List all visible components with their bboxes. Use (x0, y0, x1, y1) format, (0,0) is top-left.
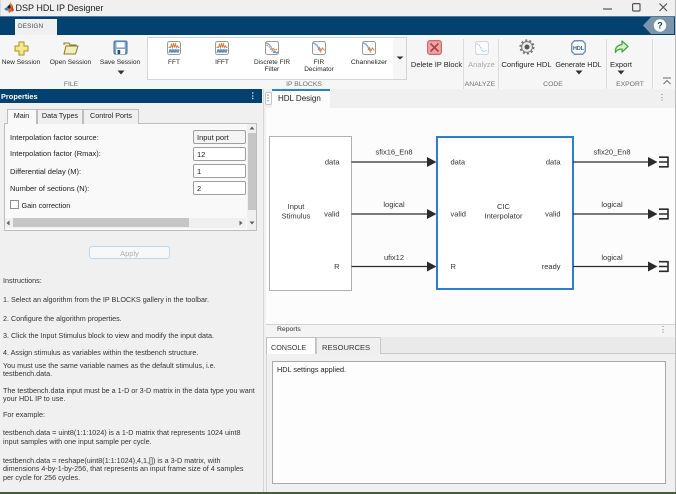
svg-text:logical: logical (383, 200, 405, 209)
svg-text:sfix16_En8: sfix16_En8 (375, 147, 412, 156)
svg-text:ufix12: ufix12 (384, 253, 404, 262)
svg-text:Interpolator: Interpolator (485, 211, 523, 220)
svg-text:CIC: CIC (497, 202, 511, 211)
svg-text:HDL: HDL (573, 46, 585, 52)
svg-text:R: R (334, 262, 340, 271)
svg-text:valid: valid (545, 209, 560, 218)
svg-text:R: R (451, 262, 457, 271)
svg-text:?: ? (657, 21, 663, 31)
svg-text:logical: logical (601, 253, 623, 262)
svg-text:Input: Input (288, 202, 306, 211)
svg-text:data: data (546, 157, 561, 166)
svg-text:logical: logical (601, 200, 623, 209)
svg-text:ready: ready (542, 262, 561, 271)
svg-text:valid: valid (324, 209, 339, 218)
svg-text:valid: valid (451, 209, 466, 218)
svg-text:Stimulus: Stimulus (282, 211, 311, 220)
svg-text:data: data (325, 157, 340, 166)
svg-text:sfix20_En8: sfix20_En8 (593, 147, 630, 156)
svg-text:data: data (451, 157, 466, 166)
